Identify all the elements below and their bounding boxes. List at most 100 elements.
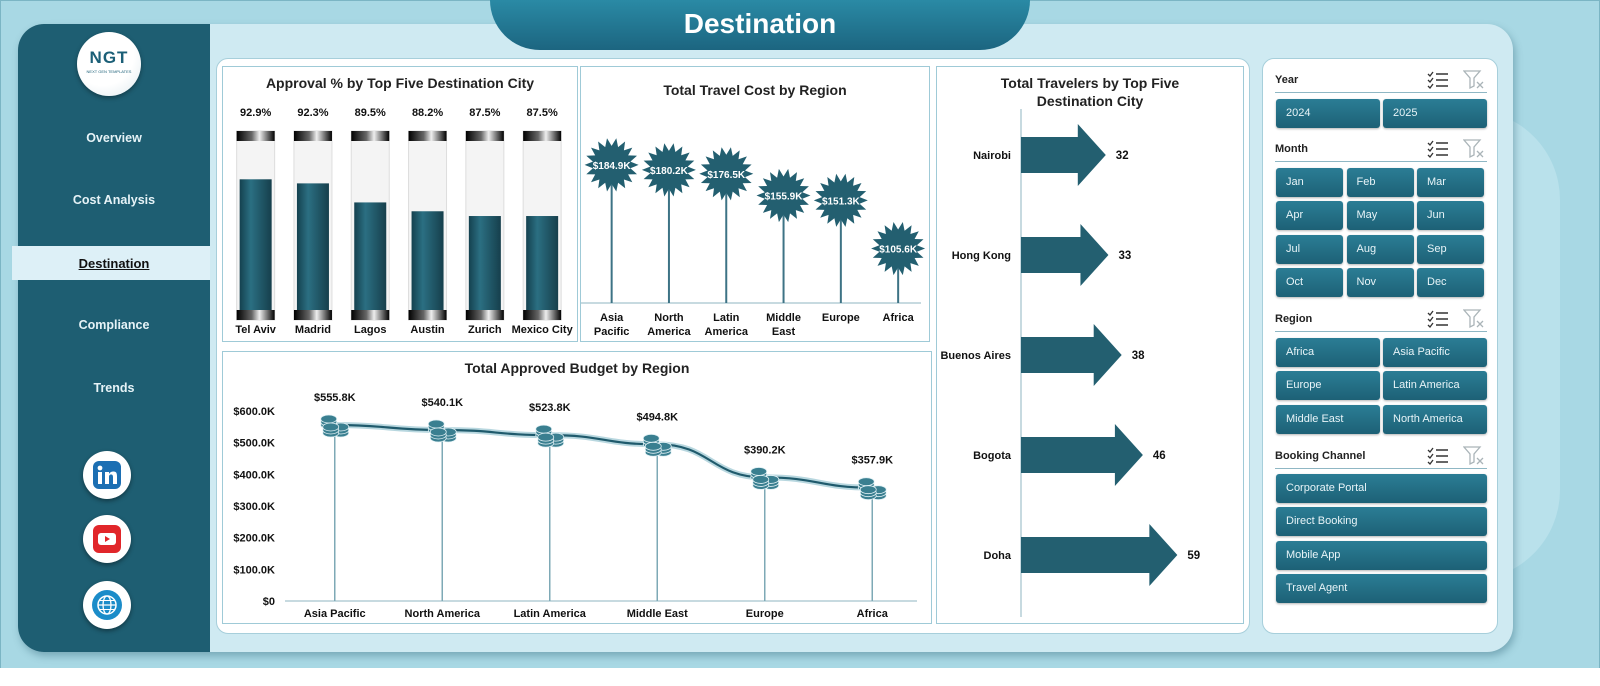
region-option-button[interactable]: North America	[1383, 404, 1487, 434]
approval-bar	[296, 183, 329, 310]
budget-y-tick-label: $200.0K	[233, 533, 275, 545]
budget-y-tick-label: $400.0K	[233, 469, 275, 481]
month-option-button[interactable]: Jan	[1276, 168, 1343, 197]
approval-bar-base	[465, 310, 504, 320]
page-title: Destination	[683, 8, 837, 39]
budget-category-label: Africa	[857, 608, 889, 620]
budget-value-label: $357.9K	[851, 455, 893, 467]
approval-category-label: Tel Aviv	[235, 324, 276, 336]
channel-multiselect-icon[interactable]	[1427, 447, 1449, 465]
youtube-button[interactable]	[83, 515, 131, 563]
month-option-button[interactable]: Sep	[1417, 234, 1484, 264]
approval-bar	[411, 211, 444, 310]
sidebar-item-overview[interactable]: Overview	[18, 131, 210, 145]
budget-coin-marker	[642, 433, 672, 457]
year-option-button[interactable]: 2025	[1383, 99, 1487, 128]
year-option-button[interactable]: 2024	[1276, 99, 1380, 128]
region-slicer-divider	[1275, 331, 1487, 332]
approval-bar-cap	[408, 131, 447, 141]
approval-bar-cap	[236, 131, 275, 141]
sidebar-item-trends[interactable]: Trends	[18, 381, 210, 395]
page-bottom-strip	[0, 668, 1600, 686]
budget-y-tick-label: $600.0K	[233, 406, 275, 418]
travel-cost-category-label: Europe	[822, 312, 860, 324]
region-option-button[interactable]: Africa	[1276, 338, 1380, 367]
travelers-arrow	[1021, 124, 1106, 186]
sidebar-item-compliance[interactable]: Compliance	[18, 318, 210, 332]
approval-category-label: Zurich	[468, 324, 502, 336]
travel-cost-value-label: $155.9K	[765, 192, 804, 203]
approval-bar	[526, 216, 559, 310]
budget-coin-marker	[750, 467, 780, 490]
travelers-value-label: 32	[1116, 150, 1129, 162]
channel-option-button[interactable]: Mobile App	[1276, 540, 1487, 570]
budget-value-label: $494.8K	[636, 411, 678, 423]
travel-cost-value-label: $151.3K	[822, 196, 861, 207]
month-option-button[interactable]: Jul	[1276, 234, 1343, 264]
travel-cost-category-label: Middle	[766, 312, 801, 324]
approval-category-label: Mexico City	[512, 324, 574, 336]
approval-category-label: Lagos	[354, 324, 386, 336]
month-option-button[interactable]: Jun	[1417, 201, 1484, 231]
month-option-button[interactable]: Dec	[1417, 267, 1484, 297]
travelers-chart: 32 Nairobi 33 Hong Kong 38 Buenos Aires 46 Bogo…	[940, 109, 1200, 617]
budget-coin-marker	[857, 477, 887, 501]
budget-y-tick-label: $0	[263, 596, 275, 608]
linkedin-icon	[93, 461, 121, 489]
month-option-button[interactable]: Oct	[1276, 267, 1343, 297]
year-multiselect-icon[interactable]	[1427, 71, 1449, 89]
month-multiselect-icon[interactable]	[1427, 140, 1449, 158]
channel-slicer-divider	[1275, 468, 1487, 469]
linkedin-button[interactable]	[83, 451, 131, 499]
region-clear-filter-icon[interactable]	[1462, 309, 1485, 329]
budget-value-label: $555.8K	[314, 392, 356, 404]
month-option-button[interactable]: Feb	[1346, 168, 1414, 197]
budget-line	[334, 423, 873, 489]
globe-icon	[92, 590, 122, 620]
website-button[interactable]	[83, 581, 131, 629]
region-option-button[interactable]: Middle East	[1276, 404, 1380, 434]
sidebar-item-destination[interactable]: Destination	[18, 256, 210, 271]
region-option-button[interactable]: Latin America	[1383, 371, 1487, 401]
travel-cost-category-label: Pacific	[594, 326, 629, 338]
travelers-category-label: Hong Kong	[952, 250, 1011, 262]
travelers-arrow	[1021, 424, 1143, 486]
travel-cost-chart-card: Total Travel Cost by Region $184.9K Asia P…	[580, 66, 930, 342]
travelers-category-label: Bogota	[973, 450, 1012, 462]
month-option-button[interactable]: Mar	[1417, 168, 1484, 197]
approval-bar-base	[236, 310, 275, 320]
region-option-button[interactable]: Asia Pacific	[1383, 338, 1487, 367]
month-option-button[interactable]: Nov	[1346, 267, 1414, 297]
travel-cost-value-label: $105.6K	[879, 245, 918, 256]
channel-option-button[interactable]: Travel Agent	[1276, 573, 1487, 603]
approval-bar	[239, 179, 272, 310]
budget-category-label: Latin America	[514, 608, 587, 620]
travelers-arrow	[1021, 524, 1178, 586]
channel-option-button[interactable]: Corporate Portal	[1276, 474, 1487, 503]
month-option-button[interactable]: Aug	[1346, 234, 1414, 264]
travelers-chart-card: Total Travelers by Top Five Destination …	[936, 66, 1244, 624]
approval-chart: 92.9% Tel Aviv 92.3% Madrid 89.5% Lagos 88.2% A…	[235, 107, 574, 336]
travel-cost-category-label: North	[654, 312, 684, 324]
approval-bar-cap	[293, 131, 332, 141]
logo-text: NGT	[89, 48, 129, 67]
budget-value-label: $540.1K	[421, 397, 463, 409]
approval-value-label: 89.5%	[355, 107, 386, 119]
approval-bar-cap	[465, 131, 504, 141]
region-multiselect-icon[interactable]	[1427, 310, 1449, 328]
channel-clear-filter-icon[interactable]	[1462, 446, 1485, 466]
year-clear-filter-icon[interactable]	[1462, 70, 1485, 90]
travel-cost-category-label: America	[705, 326, 749, 338]
channel-option-button[interactable]: Direct Booking	[1276, 507, 1487, 537]
month-option-button[interactable]: May	[1346, 201, 1414, 231]
budget-coin-marker	[535, 424, 565, 448]
month-option-button[interactable]: Apr	[1276, 201, 1343, 231]
sidebar-item-cost-analysis[interactable]: Cost Analysis	[18, 193, 210, 207]
approval-category-label: Austin	[410, 324, 445, 336]
month-clear-filter-icon[interactable]	[1462, 139, 1485, 159]
travel-cost-value-label: $180.2K	[650, 166, 689, 177]
region-option-button[interactable]: Europe	[1276, 371, 1380, 401]
budget-coin-marker	[427, 419, 457, 443]
approval-bar-cap	[523, 131, 562, 141]
travel-cost-value-label: $184.9K	[593, 161, 632, 172]
